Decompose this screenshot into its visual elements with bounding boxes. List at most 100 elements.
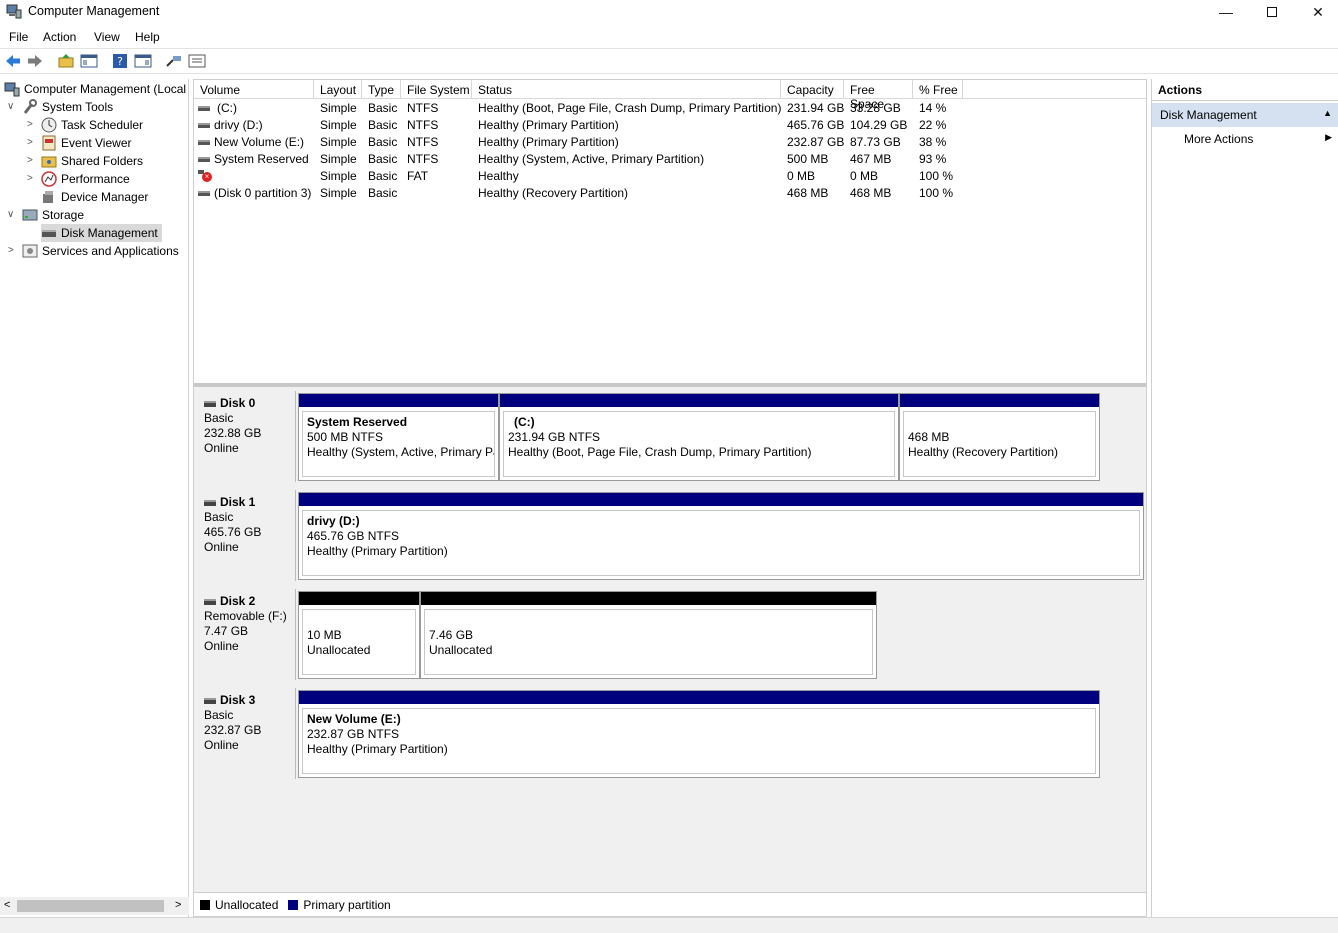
actions-section-label: Disk Management [1160, 108, 1257, 122]
menu-file[interactable]: File [9, 30, 28, 44]
cell-pct: 100 % [919, 186, 954, 200]
tree-system-tools[interactable]: System Tools [22, 98, 113, 116]
menu-view[interactable]: View [94, 30, 120, 44]
partition-c[interactable]: (C:) 231.94 GB NTFS Healthy (Boot, Page Fi… [499, 393, 899, 481]
partition-recovery[interactable]: 468 MB Healthy (Recovery Partition) [899, 393, 1100, 481]
chevron-right-icon[interactable]: > [27, 137, 33, 148]
tree-task-scheduler[interactable]: Task Scheduler [41, 116, 143, 134]
partition-status: Healthy (Boot, Page File, Crash Dump, Pr… [508, 445, 812, 459]
volume-list-header: Volume Layout Type File System Status Ca… [194, 80, 1146, 111]
col-volume[interactable]: Volume [194, 80, 314, 99]
cell-type: Basic [368, 152, 398, 166]
cell-status: Healthy (Boot, Page File, Crash Dump, Pr… [478, 101, 782, 115]
col-free-space[interactable]: Free Space [844, 80, 913, 111]
partition-e[interactable]: New Volume (E:) 232.87 GB NTFS Healthy (Pr… [298, 690, 1100, 778]
disk-1-label[interactable]: Disk 1 Basic 465.76 GB Online [196, 490, 296, 581]
scrollbar-thumb[interactable] [17, 900, 164, 912]
maximize-button[interactable] [1249, 0, 1295, 24]
disk-3-label[interactable]: Disk 3 Basic 232.87 GB Online [196, 688, 296, 779]
tree-services[interactable]: Services and Applications [22, 242, 179, 260]
forward-icon[interactable] [26, 53, 44, 69]
chevron-right-icon[interactable]: > [8, 245, 14, 256]
help-icon[interactable]: ? [111, 53, 129, 69]
volume-row[interactable]: New Volume (E:) Simple Basic NTFS Health… [194, 134, 1146, 151]
properties-icon[interactable] [188, 53, 206, 69]
col-type[interactable]: Type [362, 80, 401, 99]
collapse-up-icon[interactable]: ▲ [1323, 108, 1332, 118]
show-hide-tree-icon[interactable] [80, 53, 98, 69]
disk-icon [204, 697, 216, 704]
col-status[interactable]: Status [472, 80, 781, 99]
partition-unallocated-1[interactable]: 10 MB Unallocated [298, 591, 420, 679]
menu-bar: File Action View Help [0, 27, 1338, 47]
volume-row[interactable]: (Disk 0 partition 3) Simple Basic Health… [194, 185, 1146, 202]
scroll-right-icon[interactable]: > [175, 899, 181, 911]
col-file-system[interactable]: File System [401, 80, 472, 99]
clock-icon [41, 117, 57, 133]
tree-event-viewer[interactable]: Event Viewer [41, 134, 131, 152]
disk-2-label[interactable]: Disk 2 Removable (F:) 7.47 GB Online [196, 589, 296, 680]
partition-size: 500 MB NTFS [307, 430, 384, 444]
col-percent-free[interactable]: % Free [913, 80, 963, 99]
volume-row[interactable]: drivy (D:) Simple Basic NTFS Healthy (Pr… [194, 117, 1146, 134]
chevron-down-icon[interactable]: ∨ [7, 101, 14, 112]
cell-type: Basic [368, 186, 398, 200]
error-icon: × [202, 172, 212, 182]
tree-shared-folders[interactable]: Shared Folders [41, 152, 143, 170]
actions-pane: Actions Disk Management ▲ More Actions ▶ [1151, 79, 1338, 917]
cell-capacity: 468 MB [787, 186, 829, 200]
up-folder-icon[interactable] [57, 53, 75, 69]
close-button[interactable]: ✕ [1295, 0, 1338, 24]
minimize-button[interactable]: — [1203, 0, 1249, 24]
partition-unallocated-2[interactable]: 7.46 GB Unallocated [420, 591, 877, 679]
volume-row[interactable]: × Simple Basic FAT Healthy 0 MB 0 MB 100… [194, 168, 1146, 185]
cell-capacity: 231.94 GB [787, 101, 845, 115]
storage-icon [22, 209, 38, 221]
partition-status: Unallocated [429, 643, 493, 657]
partition-size: 10 MB [307, 628, 342, 642]
scroll-left-icon[interactable]: < [4, 899, 10, 911]
chevron-right-icon[interactable]: > [27, 119, 33, 130]
menu-help[interactable]: Help [135, 30, 160, 44]
chevron-right-icon[interactable]: > [27, 155, 33, 166]
cell-type: Basic [368, 169, 398, 183]
disk-icon [204, 400, 216, 407]
tree-horizontal-scrollbar[interactable]: < > [0, 897, 189, 915]
col-capacity[interactable]: Capacity [781, 80, 844, 99]
chevron-down-icon[interactable]: ∨ [7, 209, 14, 220]
disk-0-label[interactable]: Disk 0 Basic 232.88 GB Online [196, 391, 296, 482]
cell-status: Healthy (Primary Partition) [478, 135, 619, 149]
tree-disk-management[interactable]: Disk Management [41, 224, 162, 242]
back-icon[interactable] [4, 53, 22, 69]
partition-system-reserved[interactable]: System Reserved 500 MB NTFS Healthy (Syste… [298, 393, 499, 481]
tree-storage[interactable]: Storage [22, 206, 84, 224]
volume-row[interactable]: System Reserved Simple Basic NTFS Health… [194, 151, 1146, 168]
disk-0-row: Disk 0 Basic 232.88 GB Online System Res… [194, 387, 1146, 486]
performance-icon [41, 171, 57, 187]
device-manager-icon [43, 191, 53, 203]
chevron-right-icon[interactable]: > [27, 173, 33, 184]
connect-icon[interactable] [165, 53, 183, 69]
partition-d[interactable]: drivy (D:) 465.76 GB NTFS Healthy (Primary… [298, 492, 1144, 580]
tree-performance[interactable]: Performance [41, 170, 130, 188]
tree-event-viewer-label: Event Viewer [61, 136, 132, 150]
tree-root[interactable]: Computer Management (Local [4, 80, 186, 98]
tree-device-manager[interactable]: Device Manager [41, 188, 148, 206]
volume-row[interactable]: (C:) Simple Basic NTFS Healthy (Boot, Pa… [194, 100, 1146, 117]
col-layout[interactable]: Layout [314, 80, 362, 99]
more-actions-item[interactable]: More Actions ▶ [1152, 127, 1338, 151]
tree-performance-label: Performance [61, 172, 130, 186]
partition-title: System Reserved [307, 415, 408, 429]
actions-section-disk-management[interactable]: Disk Management ▲ [1152, 103, 1338, 127]
disk-type: Removable (F:) [204, 609, 287, 623]
partition-bar [299, 394, 498, 407]
cell-layout: Simple [320, 101, 357, 115]
cell-free: 468 MB [850, 186, 892, 200]
cell-type: Basic [368, 118, 398, 132]
svg-text:?: ? [117, 55, 123, 68]
show-action-pane-icon[interactable] [134, 53, 152, 69]
menu-action[interactable]: Action [43, 30, 76, 44]
status-bar [0, 917, 1338, 933]
cell-fs: NTFS [407, 135, 439, 149]
tree-shared-folders-label: Shared Folders [61, 154, 144, 168]
